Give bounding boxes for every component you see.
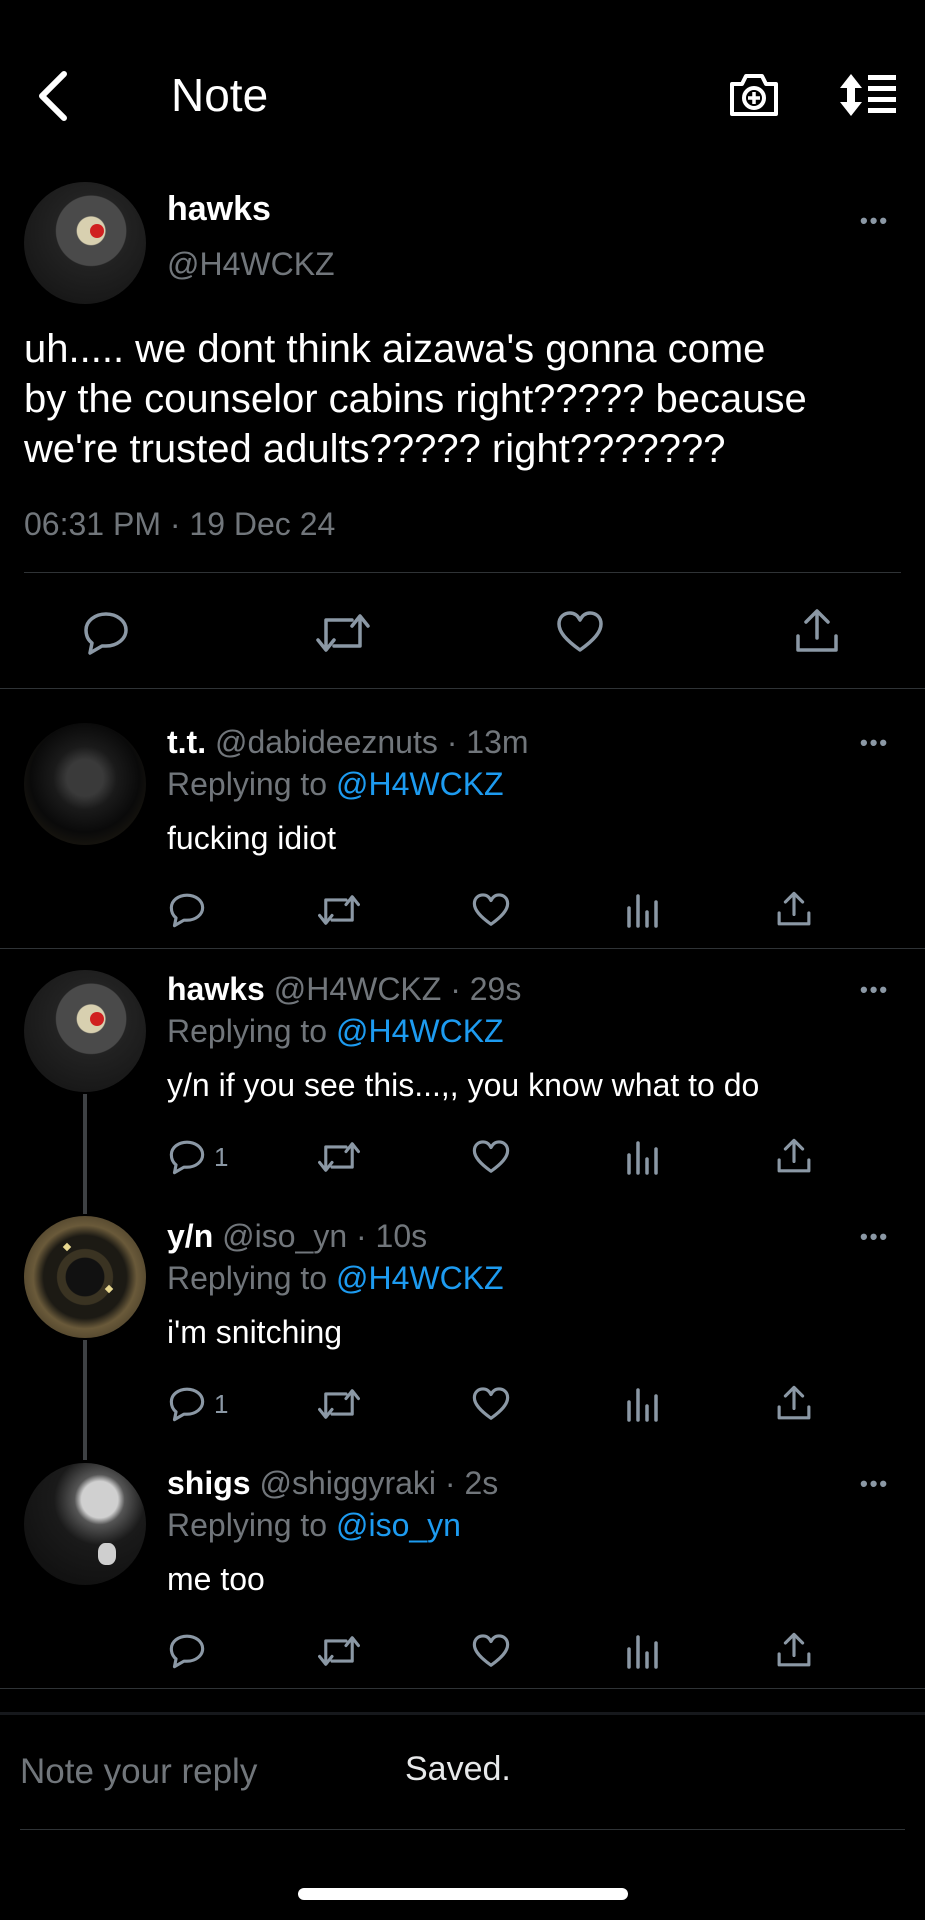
reply-header: t.t. @dabideeznuts · 13m xyxy=(167,724,529,761)
avatar-shigs[interactable] xyxy=(24,1463,146,1585)
replying-to-link[interactable]: @H4WCKZ xyxy=(336,766,504,802)
tweet-text-line: we're trusted adults????? right??????? xyxy=(24,427,726,471)
replying-to-link[interactable]: @iso_yn xyxy=(336,1507,461,1543)
reply-header: shigs @shiggyraki · 2s xyxy=(167,1465,498,1502)
thread-line xyxy=(83,1340,87,1460)
replying-prefix: Replying to xyxy=(167,1260,328,1296)
avatar-tt[interactable] xyxy=(24,723,146,845)
reply-input[interactable]: Note your reply xyxy=(20,1752,380,1792)
share-icon[interactable] xyxy=(776,1137,812,1175)
reply-icon[interactable] xyxy=(82,610,130,656)
reply-meta: @dabideeznuts · 13m xyxy=(214,724,529,760)
author-handle[interactable]: @H4WCKZ xyxy=(167,246,335,283)
reply-text: i'm snitching xyxy=(167,1314,343,1350)
replying-to: Replying to @iso_yn xyxy=(167,1507,461,1544)
composer-top-border xyxy=(0,1712,925,1715)
reply-meta: @shiggyraki · 2s xyxy=(259,1465,499,1501)
reply-author-name[interactable]: hawks xyxy=(167,971,265,1007)
sort-list-icon[interactable] xyxy=(838,72,898,118)
like-heart-icon[interactable] xyxy=(472,1633,510,1669)
retweet-icon[interactable] xyxy=(318,1140,360,1174)
divider xyxy=(0,1688,925,1689)
reply-meta: @iso_yn · 10s xyxy=(222,1218,428,1254)
share-icon[interactable] xyxy=(776,1384,812,1422)
divider xyxy=(0,948,925,949)
like-heart-icon[interactable] xyxy=(472,1386,510,1422)
camera-add-icon[interactable] xyxy=(728,72,780,118)
page-title: Note xyxy=(171,69,269,121)
reply-text: y/n if you see this...,, you know what t… xyxy=(167,1067,760,1103)
replying-prefix: Replying to xyxy=(167,1507,328,1543)
retweet-icon[interactable] xyxy=(316,612,370,654)
share-icon[interactable] xyxy=(776,890,812,928)
tweet-timestamp: 06:31 PM · 19 Dec 24 xyxy=(24,506,336,542)
replying-prefix: Replying to xyxy=(167,1013,328,1049)
tweet-text-line: uh..... we dont think aizawa's gonna com… xyxy=(24,327,766,371)
reply-icon[interactable] xyxy=(168,1386,206,1422)
like-heart-icon[interactable] xyxy=(556,610,604,654)
reply-icon[interactable] xyxy=(168,1139,206,1175)
back-chevron-icon[interactable] xyxy=(34,70,70,122)
replying-to: Replying to @H4WCKZ xyxy=(167,1260,504,1297)
home-indicator[interactable] xyxy=(298,1888,628,1900)
saved-status: Saved. xyxy=(405,1750,511,1788)
like-heart-icon[interactable] xyxy=(472,892,510,928)
replying-to: Replying to @H4WCKZ xyxy=(167,766,504,803)
reply-author-name[interactable]: y/n xyxy=(167,1218,213,1254)
reply-text: me too xyxy=(167,1561,265,1597)
more-options-icon[interactable]: ••• xyxy=(860,1471,889,1497)
reply-count: 1 xyxy=(214,1389,229,1419)
more-options-icon[interactable]: ••• xyxy=(860,730,889,756)
reply-header: y/n @iso_yn · 10s xyxy=(167,1218,427,1255)
reply-icon[interactable] xyxy=(168,892,206,928)
reply-meta: @H4WCKZ · 29s xyxy=(273,971,522,1007)
retweet-icon[interactable] xyxy=(318,1387,360,1421)
analytics-icon[interactable] xyxy=(626,1633,660,1669)
reply-text: fucking idiot xyxy=(167,820,336,856)
share-icon[interactable] xyxy=(794,608,840,654)
analytics-icon[interactable] xyxy=(626,1139,660,1175)
retweet-icon[interactable] xyxy=(318,893,360,927)
thread-line xyxy=(83,1094,87,1214)
reply-author-name[interactable]: t.t. xyxy=(167,724,206,760)
composer-divider xyxy=(20,1829,905,1830)
replying-to-link[interactable]: @H4WCKZ xyxy=(336,1013,504,1049)
avatar-hawks[interactable] xyxy=(24,182,146,304)
replying-to: Replying to @H4WCKZ xyxy=(167,1013,504,1050)
tweet-text: uh..... we dont think aizawa's gonna com… xyxy=(24,324,914,474)
avatar-hawks[interactable] xyxy=(24,970,146,1092)
share-icon[interactable] xyxy=(776,1631,812,1669)
replying-to-link[interactable]: @H4WCKZ xyxy=(336,1260,504,1296)
divider xyxy=(24,572,901,573)
retweet-icon[interactable] xyxy=(318,1634,360,1668)
analytics-icon[interactable] xyxy=(626,892,660,928)
tweet-text-line: by the counselor cabins right????? becau… xyxy=(24,377,807,421)
reply-count: 1 xyxy=(214,1142,229,1172)
analytics-icon[interactable] xyxy=(626,1386,660,1422)
reply-icon[interactable] xyxy=(168,1633,206,1669)
reply-header: hawks @H4WCKZ · 29s xyxy=(167,971,521,1008)
like-heart-icon[interactable] xyxy=(472,1139,510,1175)
reply-author-name[interactable]: shigs xyxy=(167,1465,251,1501)
replying-prefix: Replying to xyxy=(167,766,328,802)
more-options-icon[interactable]: ••• xyxy=(860,208,889,234)
more-options-icon[interactable]: ••• xyxy=(860,977,889,1003)
author-name[interactable]: hawks xyxy=(167,190,271,229)
more-options-icon[interactable]: ••• xyxy=(860,1224,889,1250)
avatar-yn[interactable] xyxy=(24,1216,146,1338)
divider xyxy=(0,688,925,689)
